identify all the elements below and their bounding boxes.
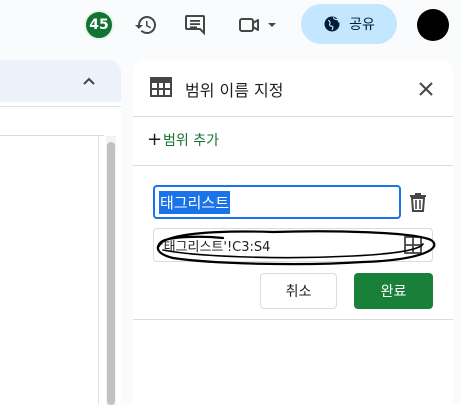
- profile-avatar[interactable]: [417, 9, 449, 41]
- header-divider: [133, 116, 453, 117]
- panel-header: 범위 이름 지정: [133, 60, 453, 116]
- trash-icon: [410, 193, 426, 212]
- collapse-toolbar-button[interactable]: [78, 70, 100, 92]
- delete-range-button[interactable]: [407, 191, 429, 213]
- close-panel-button[interactable]: [415, 78, 437, 100]
- select-range-button[interactable]: [404, 236, 422, 258]
- top-bar: 45 공유: [0, 0, 461, 52]
- globe-icon: [324, 16, 340, 32]
- grid-select-icon: [404, 236, 422, 254]
- range-name-input[interactable]: 태그리스트: [153, 185, 401, 219]
- share-label: 공유: [349, 17, 375, 33]
- section-divider: [133, 165, 453, 166]
- meet-video-button[interactable]: [236, 12, 280, 38]
- history-icon[interactable]: [133, 12, 159, 38]
- done-button[interactable]: 완료: [354, 273, 433, 309]
- share-button[interactable]: 공유: [301, 4, 397, 44]
- spreadsheet-area: [0, 60, 121, 405]
- grid-line: [98, 136, 99, 405]
- close-icon: [419, 82, 433, 96]
- collaborator-avatar[interactable]: 45: [84, 10, 114, 40]
- toolbar-strip: [0, 60, 121, 102]
- vertical-scrollbar[interactable]: [106, 136, 116, 405]
- range-reference-input[interactable]: '태그리스트'!C3:S4: [153, 228, 433, 262]
- meet-video-icon: [239, 18, 276, 32]
- named-ranges-panel: 범위 이름 지정 + 범위 추가 태그리스트 '태그리스트'!C3:S4 취소 …: [133, 60, 453, 405]
- range-name-value: 태그리스트: [159, 190, 231, 214]
- plus-icon: +: [147, 129, 163, 150]
- panel-title: 범위 이름 지정: [185, 81, 284, 100]
- footer-divider: [133, 319, 453, 320]
- scrollbar-thumb[interactable]: [107, 142, 115, 405]
- add-range-label: 범위 추가: [163, 133, 219, 149]
- comment-icon[interactable]: [182, 12, 208, 38]
- range-reference-value: '태그리스트'!C3:S4: [160, 239, 271, 255]
- table-icon: [150, 77, 172, 101]
- formula-bar-divider: [0, 106, 121, 107]
- cancel-button[interactable]: 취소: [260, 273, 337, 309]
- cell-grid[interactable]: [0, 135, 104, 405]
- chevron-up-icon: [83, 77, 95, 85]
- add-range-button[interactable]: + 범위 추가: [147, 129, 219, 151]
